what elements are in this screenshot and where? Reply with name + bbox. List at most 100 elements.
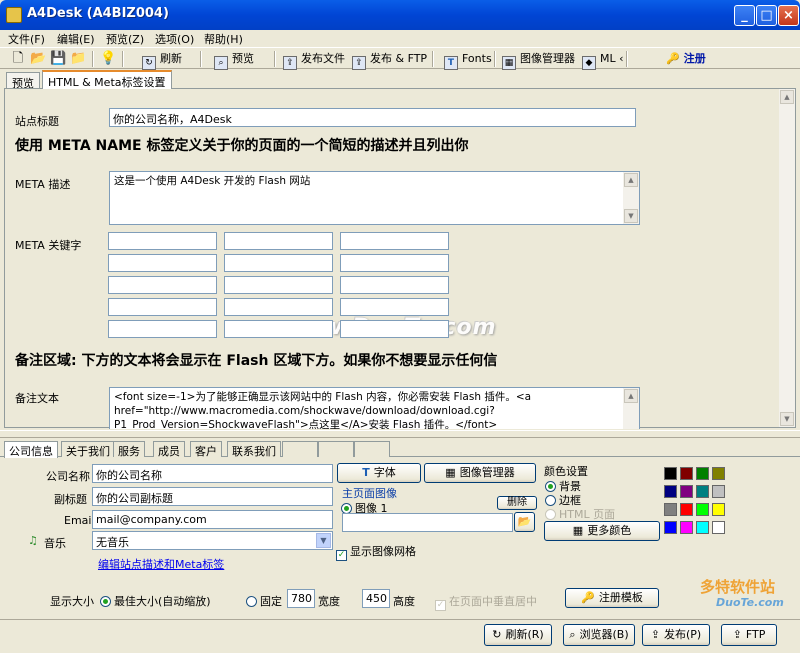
color-swatch[interactable] <box>712 521 725 534</box>
best-size-radio-dot <box>100 596 111 607</box>
color-swatch[interactable] <box>712 485 725 498</box>
color-swatch[interactable] <box>680 467 693 480</box>
meta-keyword-input[interactable] <box>108 254 217 272</box>
width-input[interactable]: 780 <box>287 589 315 608</box>
meta-desc-scrollbar[interactable]: ▲ ▼ <box>623 172 639 224</box>
register-template-button[interactable]: 🔑 注册模板 <box>565 588 659 608</box>
tip-bulb-icon[interactable]: 💡 <box>100 51 116 67</box>
music-select[interactable]: 无音乐 ▼ <box>92 531 333 550</box>
color-swatch[interactable] <box>680 503 693 516</box>
open-folder-icon[interactable]: 📂 <box>30 51 46 67</box>
color-swatch[interactable] <box>696 467 709 480</box>
save-icon[interactable]: 💾 <box>50 51 66 67</box>
refresh-bottom-button[interactable]: ↻ 刷新(R) <box>484 624 552 646</box>
center-vertically-checkbox[interactable]: ✓ 在页面中垂直居中 <box>435 593 537 611</box>
meta-keyword-input[interactable] <box>108 232 217 250</box>
refresh-button[interactable]: ↻ 刷新 <box>142 50 182 70</box>
ftp-button[interactable]: ⇪ FTP <box>721 624 777 646</box>
meta-desc-textarea[interactable]: 这是一个使用 A4Desk 开发的 Flash 网站 ▲ ▼ <box>109 171 640 225</box>
browse-folder-button[interactable]: 📂 <box>514 512 535 532</box>
publish-file-button[interactable]: ⇪ 发布文件 <box>283 50 345 70</box>
best-size-radio[interactable]: 最佳大小(自动缩放) <box>100 593 211 609</box>
tab-empty[interactable] <box>282 441 318 457</box>
new-file-icon[interactable]: 🗋 <box>10 51 26 67</box>
menu-file[interactable]: 文件(F) <box>8 31 45 47</box>
color-swatch[interactable] <box>696 485 709 498</box>
meta-keyword-input[interactable] <box>224 232 333 250</box>
tab-about-us[interactable]: 关于我们 <box>61 441 115 458</box>
tab-members[interactable]: 成员 <box>153 441 185 458</box>
more-colors-button[interactable]: ▦ 更多颜色 <box>544 521 660 541</box>
color-swatch[interactable] <box>696 503 709 516</box>
color-swatch[interactable] <box>664 467 677 480</box>
close-button[interactable]: × <box>778 5 799 26</box>
meta-keyword-input[interactable] <box>224 298 333 316</box>
meta-keyword-input[interactable] <box>224 254 333 272</box>
html-page-radio[interactable]: HTML 页面 <box>545 506 615 522</box>
preview-button[interactable]: ⌕ 预览 <box>214 50 254 70</box>
remark-scrollbar[interactable]: ▲ <box>623 388 639 429</box>
tab-company-info[interactable]: 公司信息 <box>4 441 58 458</box>
minimize-button[interactable]: _ <box>734 5 755 26</box>
title-bar[interactable]: A4Desk (A4BIZ004) _ □ × <box>0 0 800 30</box>
image-manager-button-2[interactable]: ▦ 图像管理器 <box>424 463 536 483</box>
fonts-button[interactable]: T Fonts <box>444 50 492 70</box>
tab-empty[interactable] <box>318 441 354 457</box>
color-swatch[interactable] <box>664 521 677 534</box>
color-swatch[interactable] <box>664 485 677 498</box>
scroll-down-arrow[interactable]: ▼ <box>780 412 794 426</box>
menu-edit[interactable]: 编辑(E) <box>57 31 95 47</box>
remark-textarea[interactable]: <font size=-1>为了能够正确显示该网站中的 Flash 内容，你必需… <box>109 387 640 429</box>
meta-keyword-input[interactable] <box>108 298 217 316</box>
meta-keyword-input[interactable] <box>108 276 217 294</box>
tab-empty[interactable] <box>354 441 390 457</box>
color-swatch[interactable] <box>664 503 677 516</box>
delete-button[interactable]: 删除 <box>497 496 537 510</box>
publish-ftp-button[interactable]: ⇪ 发布 & FTP <box>352 50 427 70</box>
color-swatch[interactable] <box>680 521 693 534</box>
meta-keyword-input[interactable] <box>340 298 449 316</box>
chevron-down-icon[interactable]: ▼ <box>316 533 331 548</box>
fixed-size-radio[interactable]: 固定 <box>246 593 282 609</box>
meta-keyword-input[interactable] <box>108 320 217 338</box>
site-title-input[interactable]: 你的公司名称，A4Desk <box>109 108 636 127</box>
meta-keyword-input[interactable] <box>340 254 449 272</box>
image-path-input[interactable] <box>342 513 513 532</box>
menu-preview[interactable]: 预览(Z) <box>106 31 144 47</box>
menu-options[interactable]: 选项(O) <box>155 31 194 47</box>
panel-splitter[interactable] <box>0 430 800 438</box>
tab-html-meta[interactable]: HTML & Meta标签设置 <box>42 70 172 89</box>
meta-keyword-input[interactable] <box>340 232 449 250</box>
browser-button[interactable]: ⌕ 浏览器(B) <box>563 624 635 646</box>
company-name-input[interactable]: 你的公司名称 <box>92 464 333 483</box>
scroll-up-arrow[interactable]: ▲ <box>780 90 794 104</box>
color-swatch[interactable] <box>696 521 709 534</box>
height-input[interactable]: 450 <box>362 589 390 608</box>
tab-clients[interactable]: 客户 <box>190 441 222 458</box>
color-swatch[interactable] <box>680 485 693 498</box>
tab-services[interactable]: 服务 <box>113 441 145 458</box>
edit-site-meta-link[interactable]: 编辑站点描述和Meta标签 <box>98 556 224 572</box>
scroll-down-arrow[interactable]: ▼ <box>624 209 638 223</box>
image-manager-button[interactable]: ▦ 图像管理器 <box>502 50 575 70</box>
tab-contact-us[interactable]: 联系我们 <box>227 441 281 458</box>
publish-bottom-button[interactable]: ⇪ 发布(P) <box>642 624 710 646</box>
meta-keyword-input[interactable] <box>340 320 449 338</box>
color-swatch[interactable] <box>712 467 725 480</box>
font-button[interactable]: T 字体 <box>337 463 421 483</box>
meta-keyword-input[interactable] <box>224 320 333 338</box>
register-button[interactable]: 🔑 注册 <box>666 50 706 68</box>
maximize-button[interactable]: □ <box>756 5 777 26</box>
color-swatch[interactable] <box>712 503 725 516</box>
scroll-up-arrow[interactable]: ▲ <box>624 173 638 187</box>
folder-icon[interactable]: 📁 <box>70 51 86 67</box>
panel-scrollbar[interactable]: ▲ ▼ <box>779 89 795 427</box>
email-input[interactable]: mail@company.com <box>92 510 333 529</box>
meta-keyword-input[interactable] <box>224 276 333 294</box>
subtitle-input[interactable]: 你的公司副标题 <box>92 487 333 506</box>
show-grid-checkbox[interactable]: ✓ 显示图像网格 <box>336 543 416 561</box>
meta-keyword-input[interactable] <box>340 276 449 294</box>
html-button[interactable]: ◆ ML ‹ <box>582 50 624 70</box>
menu-help[interactable]: 帮助(H) <box>204 31 243 47</box>
scroll-up-arrow[interactable]: ▲ <box>624 389 638 403</box>
